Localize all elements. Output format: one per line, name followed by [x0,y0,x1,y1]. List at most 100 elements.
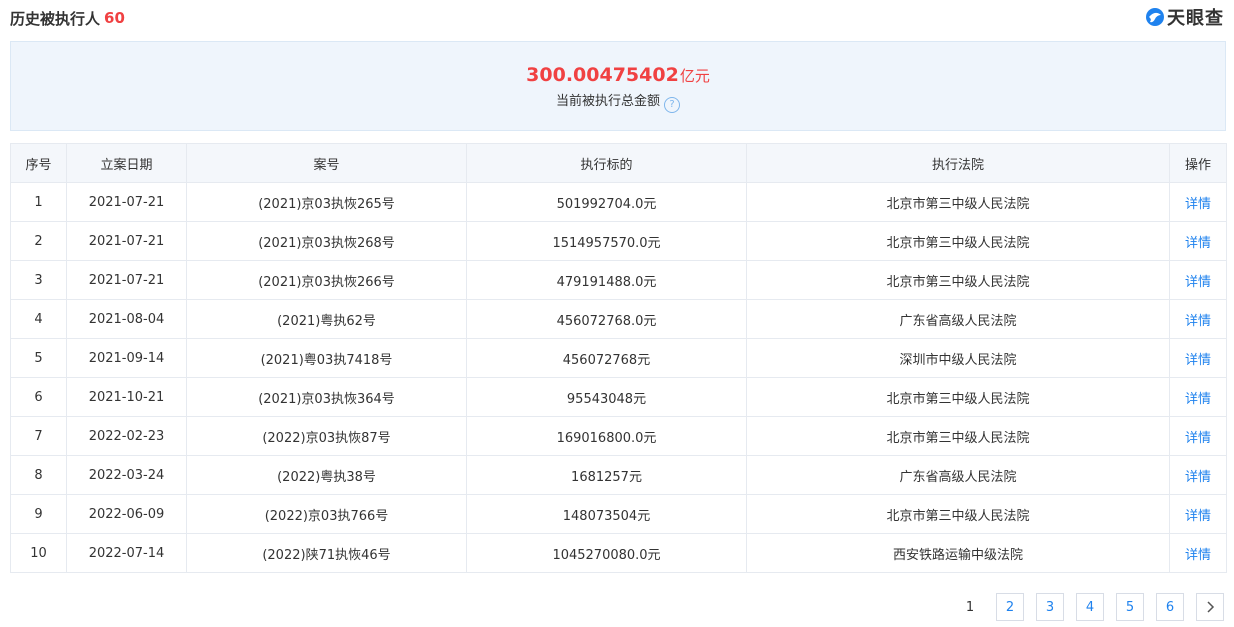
total-amount-value: 300.00475402 [526,64,679,86]
col-header-amount: 执行标的 [466,143,747,183]
row-index: 6 [10,377,67,417]
tianyancha-logo-icon [1146,8,1164,26]
detail-link[interactable]: 详情 [1169,182,1227,222]
row-index: 9 [10,494,67,534]
total-amount: 300.00475402亿元 [11,64,1225,87]
court-name: 北京市第三中级人民法院 [746,377,1170,417]
court-name: 北京市第三中级人民法院 [746,494,1170,534]
detail-link[interactable]: 详情 [1169,221,1227,261]
court-name: 广东省高级人民法院 [746,299,1170,339]
detail-link[interactable]: 详情 [1169,260,1227,300]
case-number: (2022)京03执恢87号 [186,416,467,456]
court-name: 广东省高级人民法院 [746,455,1170,495]
table-row: 1 2021-07-21 (2021)京03执恢265号 501992704.0元 北京… [10,182,1227,222]
filing-date: 2022-02-23 [66,416,187,456]
detail-link[interactable]: 详情 [1169,299,1227,339]
page-5-button[interactable]: 5 [1116,593,1144,621]
detail-link[interactable]: 详情 [1169,494,1227,534]
table-row: 6 2021-10-21 (2021)京03执恢364号 95543048元 北京市第三… [10,377,1227,417]
row-index: 10 [10,533,67,573]
total-amount-label: 当前被执行总金额 [555,94,660,109]
filing-date: 2022-03-24 [66,455,187,495]
col-header-date: 立案日期 [66,143,187,183]
table-row: 7 2022-02-23 (2022)京03执恢87号 169016800.0元 北京市… [10,416,1227,456]
court-name: 西安铁路运输中级法院 [746,533,1170,573]
total-amount-label-row: 当前被执行总金额? [11,92,1225,113]
table-header-row: 序号 立案日期 案号 执行标的 执行法院 操作 [10,143,1227,183]
court-name: 北京市第三中级人民法院 [746,182,1170,222]
table-row: 8 2022-03-24 (2022)粤执38号 1681257元 广东省高级人民法院详… [10,455,1227,495]
col-header-action: 操作 [1169,143,1227,183]
table-row: 2 2021-07-21 (2021)京03执恢268号 1514957570.0元北… [10,221,1227,261]
table-row: 5 2021-09-14 (2021)粤03执7418号 456072768元 深圳市中… [10,338,1227,378]
execution-amount: 501992704.0元 [466,182,747,222]
filing-date: 2021-10-21 [66,377,187,417]
record-count: 60 [104,9,125,27]
page-header: 历史被执行人 60 [10,6,125,30]
execution-amount: 1045270080.0元 [466,533,747,573]
row-index: 4 [10,299,67,339]
detail-link[interactable]: 详情 [1169,416,1227,456]
table-row: 10 2022-07-14 (2022)陕71执恢46号 1045270080.0元西… [10,533,1227,573]
page-2-button[interactable]: 2 [996,593,1024,621]
table-row: 4 2021-08-04 (2021)粤执62号 456072768.0元 广东省高级人… [10,299,1227,339]
brand-logo: 天眼查 [1145,4,1224,30]
detail-link[interactable]: 详情 [1169,377,1227,417]
detail-link[interactable]: 详情 [1169,338,1227,378]
case-number: (2021)粤03执7418号 [186,338,467,378]
filing-date: 2021-07-21 [66,182,187,222]
case-number: (2021)京03执恢364号 [186,377,467,417]
col-header-court: 执行法院 [746,143,1170,183]
page-6-button[interactable]: 6 [1156,593,1184,621]
row-index: 1 [10,182,67,222]
page-3-button[interactable]: 3 [1036,593,1064,621]
filing-date: 2021-07-21 [66,221,187,261]
col-header-case-number: 案号 [186,143,467,183]
court-name: 北京市第三中级人民法院 [746,260,1170,300]
court-name: 北京市第三中级人民法院 [746,416,1170,456]
filing-date: 2021-07-21 [66,260,187,300]
next-page-button[interactable] [1196,593,1224,621]
case-number: (2021)京03执恢268号 [186,221,467,261]
execution-amount: 169016800.0元 [466,416,747,456]
brand-name: 天眼查 [1167,8,1224,29]
filing-date: 2021-08-04 [66,299,187,339]
filing-date: 2022-06-09 [66,494,187,534]
execution-amount: 456072768.0元 [466,299,747,339]
case-number: (2021)京03执恢265号 [186,182,467,222]
case-number: (2022)京03执766号 [186,494,467,534]
chevron-right-icon [1207,601,1215,613]
execution-amount: 148073504元 [466,494,747,534]
case-number: (2022)陕71执恢46号 [186,533,467,573]
row-index: 5 [10,338,67,378]
case-number: (2022)粤执38号 [186,455,467,495]
page-1-button[interactable]: 1 [956,593,984,621]
table-row: 3 2021-07-21 (2021)京03执恢266号 479191488.0元 北京… [10,260,1227,300]
execution-amount: 456072768元 [466,338,747,378]
case-number: (2021)京03执恢266号 [186,260,467,300]
filing-date: 2022-07-14 [66,533,187,573]
case-number: (2021)粤执62号 [186,299,467,339]
execution-amount: 1514957570.0元 [466,221,747,261]
total-amount-panel: 300.00475402亿元 当前被执行总金额? [10,41,1226,131]
table-body: 1 2021-07-21 (2021)京03执恢265号 501992704.0元 北京… [10,182,1227,573]
page-title: 历史被执行人 [10,9,101,28]
total-amount-unit: 亿元 [679,67,710,85]
row-index: 7 [10,416,67,456]
execution-amount: 95543048元 [466,377,747,417]
detail-link[interactable]: 详情 [1169,533,1227,573]
execution-amount: 479191488.0元 [466,260,747,300]
row-index: 3 [10,260,67,300]
execution-amount: 1681257元 [466,455,747,495]
col-header-index: 序号 [10,143,67,183]
court-name: 北京市第三中级人民法院 [746,221,1170,261]
execution-table: 序号 立案日期 案号 执行标的 执行法院 操作 1 2021-07-21 (2021)京03执… [10,143,1227,573]
row-index: 2 [10,221,67,261]
detail-link[interactable]: 详情 [1169,455,1227,495]
filing-date: 2021-09-14 [66,338,187,378]
row-index: 8 [10,455,67,495]
table-row: 9 2022-06-09 (2022)京03执766号 148073504元 北京市第三… [10,494,1227,534]
question-circle-icon[interactable]: ? [664,97,680,113]
page-4-button[interactable]: 4 [1076,593,1104,621]
court-name: 深圳市中级人民法院 [746,338,1170,378]
